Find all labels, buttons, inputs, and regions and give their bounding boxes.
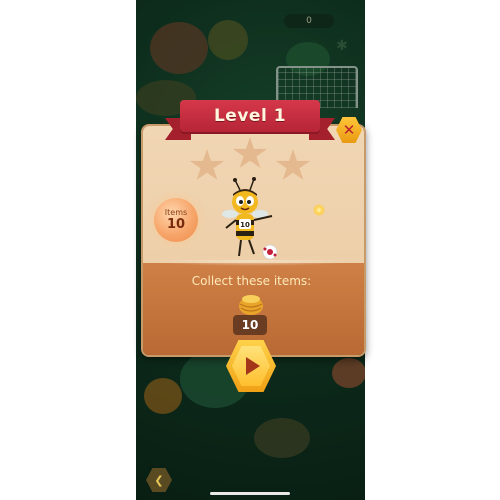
back-icon: ❮ (154, 473, 164, 487)
play-icon (246, 357, 260, 375)
level-title-ribbon: Level 1 (180, 100, 320, 132)
target-item-count: 10 (233, 315, 267, 335)
close-icon: ✕ (342, 120, 356, 139)
items-badge: Items 10 (154, 198, 198, 242)
items-badge-value: 10 (166, 217, 186, 232)
collect-label: Collect these items: (191, 274, 312, 288)
level-title: Level 1 (213, 106, 287, 126)
home-indicator (210, 492, 290, 495)
jersey-number: 10 (240, 221, 250, 229)
bee-character: 10 (222, 177, 278, 260)
honey-pot-icon (239, 295, 263, 315)
play-button-face (232, 346, 270, 386)
sparkle-icon (313, 204, 325, 216)
